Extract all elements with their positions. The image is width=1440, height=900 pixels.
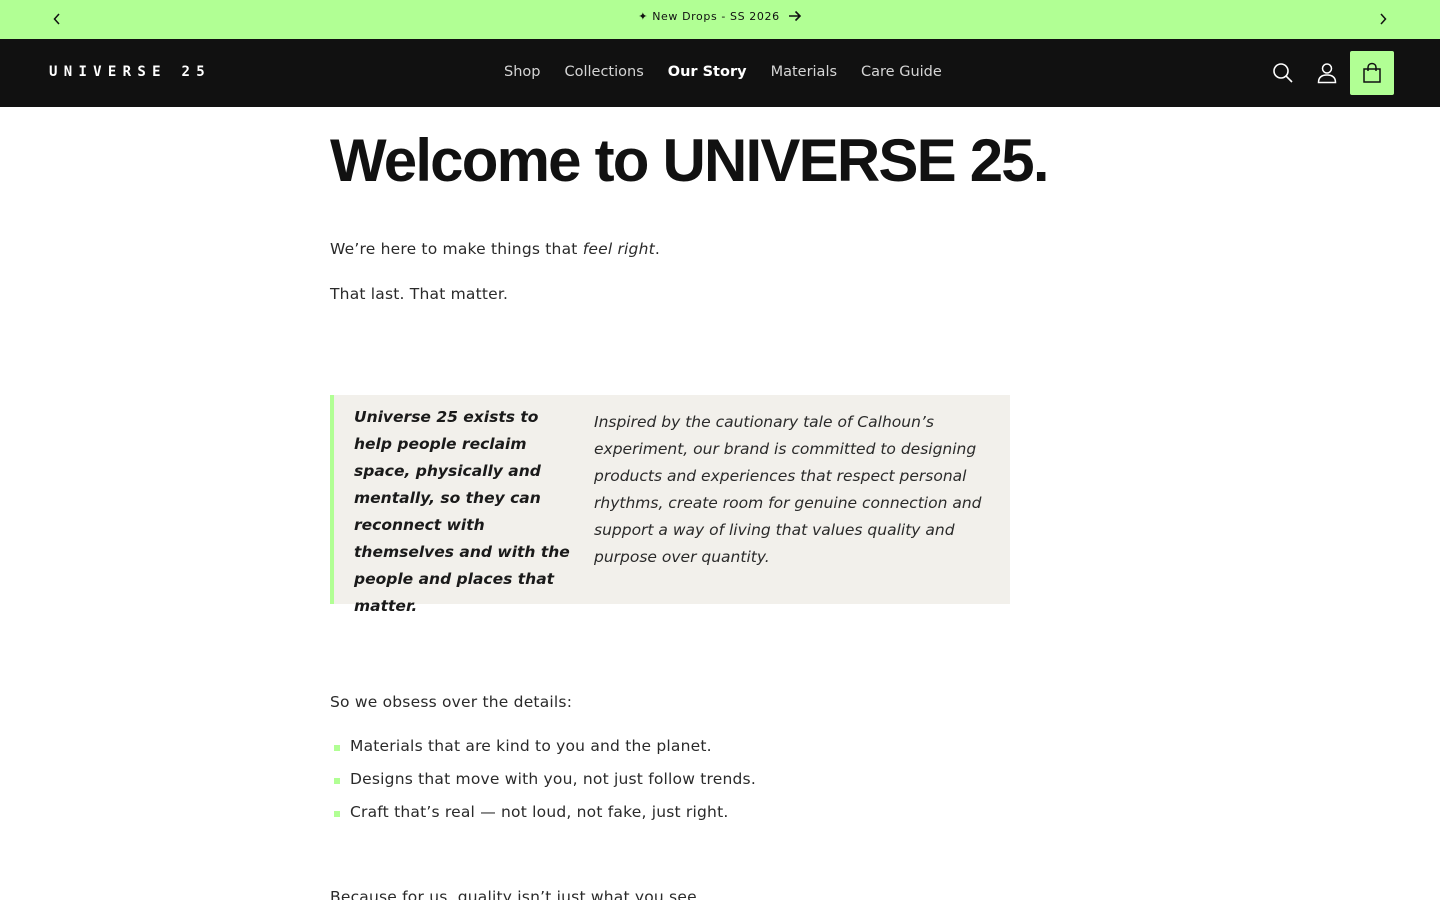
arrow-right-icon [788,10,801,22]
details-list: Materials that are kind to you and the p… [330,737,756,836]
details-intro: So we obsess over the details: [330,693,573,711]
chevron-right-icon [1380,13,1387,25]
page-title: Welcome to UNIVERSE 25. [330,127,1050,194]
cart-button[interactable] [1350,51,1394,95]
main-nav: Shop Collections Our Story Materials Car… [492,60,954,84]
account-button[interactable] [1310,56,1344,90]
quote-body: Inspired by the cautionary tale of Calho… [594,413,982,566]
nav-collections[interactable]: Collections [552,60,655,84]
announcement-bar: ✦ New Drops - SS 2026 [0,0,1440,39]
announcement-next-button[interactable] [1371,8,1395,30]
site-header: UNIVERSE 25 Shop Collections Our Story M… [0,39,1440,107]
nav-materials[interactable]: Materials [759,60,849,84]
nav-care-guide[interactable]: Care Guide [849,60,954,84]
next-paragraph: Because for us, quality isn’t just what … [330,888,697,900]
list-item: Designs that move with you, not just fol… [330,770,756,803]
bullet-marker [334,778,340,784]
intro-line: We’re here to make things that feel righ… [330,240,661,258]
announcement-link[interactable]: ✦ New Drops - SS 2026 [0,7,1440,25]
announcement-text: ✦ New Drops - SS 2026 [638,9,780,23]
quote-lead: Universe 25 exists to help people reclai… [354,408,570,615]
search-icon [1273,63,1293,83]
nav-our-story[interactable]: Our Story [656,60,759,84]
site-logo[interactable]: UNIVERSE 25 [49,64,211,80]
account-icon [1317,63,1337,84]
bullet-marker [334,745,340,751]
list-item: Materials that are kind to you and the p… [330,737,756,770]
cart-icon [1363,62,1381,83]
list-item: Craft that’s real — not loud, not fake, … [330,803,756,836]
bullet-marker [334,811,340,817]
search-button[interactable] [1266,56,1300,90]
nav-shop[interactable]: Shop [492,60,552,84]
mission-quote: Universe 25 exists to help people reclai… [330,395,1010,615]
intro-line-2: That last. That matter. [330,285,509,303]
